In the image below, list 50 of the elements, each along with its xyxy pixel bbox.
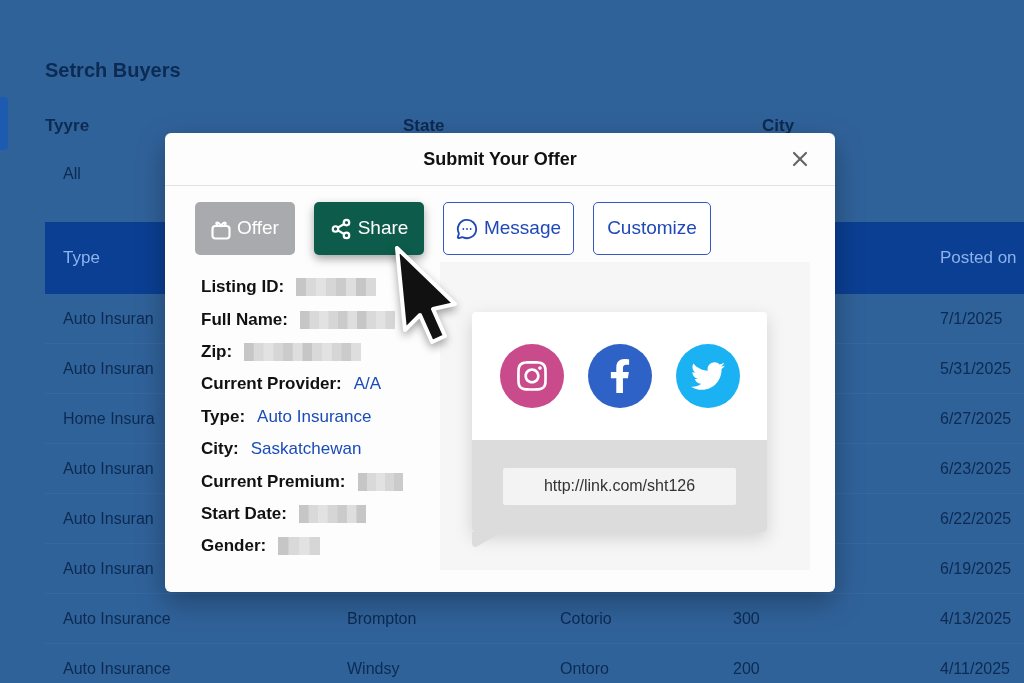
- detail-value: Auto Insurance: [257, 405, 372, 428]
- table-cell: 6/22/2025: [940, 509, 1012, 527]
- table-cell: 300: [733, 609, 760, 627]
- filter-label: State: [403, 116, 445, 135]
- action-button[interactable]: Customize: [593, 202, 711, 255]
- table-cell: Auto Insuran: [63, 309, 154, 327]
- detail-label: Zip:: [201, 340, 233, 363]
- table-cell: 6/23/2025: [940, 459, 1012, 477]
- detail-value: Saskatchewan: [250, 438, 362, 461]
- column-header: Posted on: [940, 248, 1017, 267]
- table-cell: Ontoro: [560, 659, 609, 677]
- filter-label: City: [762, 116, 795, 135]
- detail-label: Listing ID:: [201, 276, 285, 299]
- table-cell: Auto Insurance: [63, 659, 171, 677]
- table-cell: Auto Insurance: [63, 609, 171, 627]
- detail-label: Type:: [201, 405, 246, 428]
- table-cell: Cotorio: [560, 609, 612, 627]
- table-cell: 5/31/2025: [940, 359, 1012, 377]
- table-cell: Auto Insuran: [63, 509, 154, 527]
- chat-bubble-icon: [455, 217, 478, 240]
- table-cell: Auto Insuran: [63, 459, 154, 477]
- page-title: Setrch Buyers: [45, 58, 181, 82]
- table-cell: Auto Insuran: [63, 359, 154, 377]
- table-cell: Brompton: [347, 609, 417, 627]
- detail-label: City:: [201, 438, 239, 461]
- table-cell: 6/19/2025: [940, 559, 1012, 577]
- action-button[interactable]: Message: [443, 202, 574, 255]
- column-header: Type: [63, 248, 100, 267]
- detail-label: Gender:: [201, 535, 267, 558]
- share-icon: [329, 217, 352, 240]
- filter-label: Tyyre: [45, 116, 90, 135]
- table-cell: 4/13/2025: [940, 609, 1012, 627]
- detail-label: Full Name:: [201, 308, 288, 331]
- detail-label: Current Premium:: [201, 470, 346, 493]
- table-cell: Auto Insuran: [63, 559, 154, 577]
- pixelated-redaction: [357, 472, 403, 491]
- detail-label: Current Provider:: [201, 373, 342, 396]
- detail-label: Start Date:: [201, 502, 287, 525]
- link-field[interactable]: http://link.com/sht126: [503, 467, 736, 505]
- dialog-title: Submit Your Offer: [423, 148, 577, 170]
- detail-value: A/A: [353, 373, 382, 396]
- table-cell: Home Insura: [63, 409, 155, 427]
- pixelated-redaction: [278, 537, 321, 556]
- table-cell: 6/27/2025: [940, 409, 1012, 427]
- action-button[interactable]: Share: [314, 202, 424, 255]
- table-cell: Windsy: [347, 659, 400, 677]
- table-cell: 4/11/2025: [940, 659, 1010, 677]
- pixelated-redaction: [298, 504, 366, 523]
- table-cell: 200: [733, 659, 760, 677]
- table-cell: 7/1/2025: [940, 309, 1003, 327]
